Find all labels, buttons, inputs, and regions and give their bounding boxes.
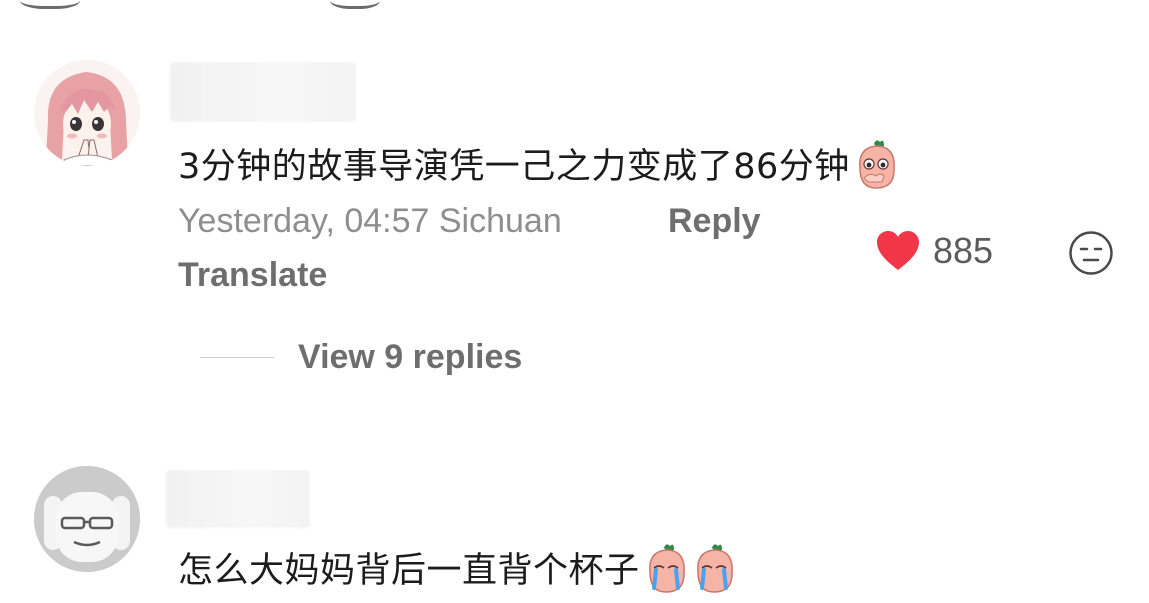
peach-crying-emoji-icon <box>644 542 688 594</box>
like-count: 885 <box>933 230 994 271</box>
divider-line <box>200 357 274 358</box>
red-heart-icon <box>877 231 919 270</box>
location: Sichuan <box>438 202 562 240</box>
translate-button[interactable]: Translate <box>178 256 327 295</box>
comment-body: 3分钟的故事导演凭一己之力变成了86分钟 <box>178 147 850 187</box>
peach-covering-mouth-emoji-icon <box>854 138 898 190</box>
clipped-glyph <box>330 0 380 9</box>
like-button[interactable]: 885 <box>875 230 993 272</box>
comment-text: 怎么大妈妈背后一直背个杯子 <box>178 542 736 598</box>
neutral-face-icon <box>1069 231 1113 275</box>
timestamp: Yesterday, 04:57 <box>178 202 430 240</box>
comment-body: 怎么大妈妈背后一直背个杯子 <box>178 551 640 591</box>
username-blurred[interactable] <box>170 62 356 122</box>
view-replies-button[interactable]: View 9 replies <box>200 338 522 377</box>
comment-text: 3分钟的故事导演凭一己之力变成了86分钟 <box>178 138 898 194</box>
view-replies-label: View 9 replies <box>298 338 523 376</box>
user-avatar[interactable] <box>34 466 140 572</box>
anime-girl-avatar-icon <box>34 60 140 166</box>
previous-comment-clipped <box>0 0 1149 9</box>
user-avatar[interactable] <box>34 60 140 166</box>
reply-button[interactable]: Reply <box>668 202 761 241</box>
default-gray-avatar-icon <box>34 466 140 572</box>
clipped-glyph <box>20 0 80 9</box>
comment-meta: Yesterday, 04:57 Sichuan <box>178 202 562 241</box>
dislike-button[interactable] <box>1068 230 1114 281</box>
peach-crying-emoji-icon <box>692 542 736 594</box>
username-blurred[interactable] <box>166 470 310 528</box>
